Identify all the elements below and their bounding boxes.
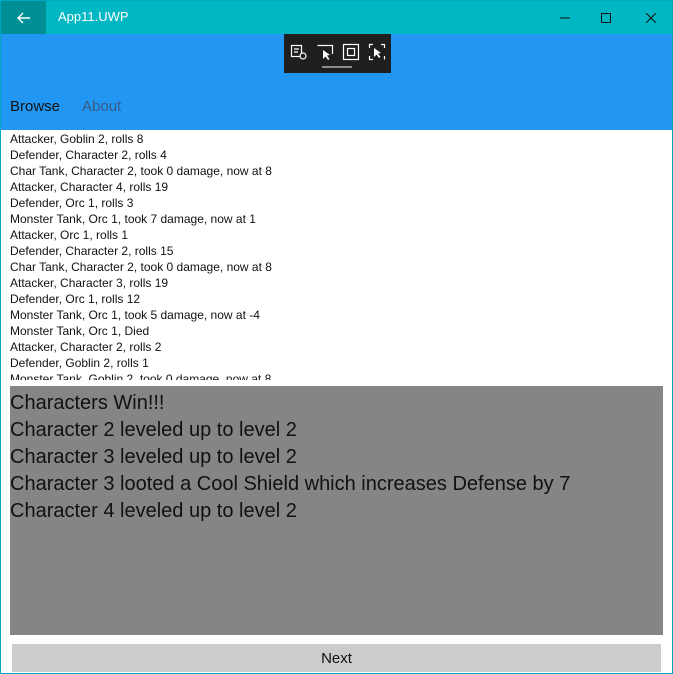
result-line: Character 3 leveled up to level 2 xyxy=(10,446,297,468)
log-line: Monster Tank, Orc 1, Died xyxy=(10,324,150,338)
result-line: Character 4 leveled up to level 2 xyxy=(10,500,297,522)
tab-about[interactable]: About xyxy=(82,98,121,115)
log-line: Char Tank, Character 2, took 0 damage, n… xyxy=(10,260,272,274)
results-panel: Characters Win!!! Character 2 leveled up… xyxy=(10,386,663,635)
log-line: Monster Tank, Goblin 2, took 0 damage, n… xyxy=(10,372,272,380)
log-line: Monster Tank, Orc 1, took 7 damage, now … xyxy=(10,212,256,226)
log-line: Char Tank, Character 2, took 0 damage, n… xyxy=(10,164,272,178)
display-bounds-icon[interactable] xyxy=(341,42,361,62)
minimize-icon xyxy=(560,17,570,18)
log-line: Defender, Goblin 2, rolls 1 xyxy=(10,356,149,370)
log-line: Defender, Orc 1, rolls 12 xyxy=(10,292,141,306)
title-bar[interactable]: App11.UWP xyxy=(1,1,672,34)
maximize-button[interactable] xyxy=(583,1,629,34)
log-line: Attacker, Goblin 2, rolls 8 xyxy=(10,132,144,146)
close-button[interactable] xyxy=(628,1,672,34)
battle-log[interactable]: Attacker, Goblin 2, rolls 8 Defender, Ch… xyxy=(10,131,670,380)
close-icon xyxy=(646,12,656,23)
tab-browse[interactable]: Browse xyxy=(10,98,60,115)
app-window: App11.UWP Browse About Attacker, Goblin … xyxy=(0,0,673,674)
maximize-icon xyxy=(601,12,611,23)
inspect-pointer-icon[interactable] xyxy=(315,42,335,62)
log-line: Defender, Character 2, rolls 15 xyxy=(10,244,174,258)
track-focus-icon[interactable] xyxy=(367,42,387,62)
app-title: App11.UWP xyxy=(58,9,129,24)
result-line: Character 2 leveled up to level 2 xyxy=(10,419,297,441)
log-line: Defender, Orc 1, rolls 3 xyxy=(10,196,134,210)
log-line: Attacker, Character 4, rolls 19 xyxy=(10,180,169,194)
back-button[interactable] xyxy=(1,1,46,34)
result-line: Characters Win!!! xyxy=(10,392,165,414)
next-button[interactable]: Next xyxy=(12,644,661,672)
select-element-icon[interactable] xyxy=(289,42,309,62)
minimize-button[interactable] xyxy=(542,1,588,34)
log-line: Attacker, Orc 1, rolls 1 xyxy=(10,228,129,242)
log-line: Attacker, Character 3, rolls 19 xyxy=(10,276,169,290)
result-line: Character 3 looted a Cool Shield which i… xyxy=(10,473,571,495)
debug-toolbar xyxy=(284,34,391,73)
toolbar-drag-handle[interactable] xyxy=(322,66,352,68)
log-line: Attacker, Character 2, rolls 2 xyxy=(10,340,162,354)
back-arrow-icon xyxy=(16,12,30,23)
log-line: Defender, Character 2, rolls 4 xyxy=(10,148,167,162)
app-header: Browse About xyxy=(1,34,672,130)
log-line: Monster Tank, Orc 1, took 5 damage, now … xyxy=(10,308,260,322)
